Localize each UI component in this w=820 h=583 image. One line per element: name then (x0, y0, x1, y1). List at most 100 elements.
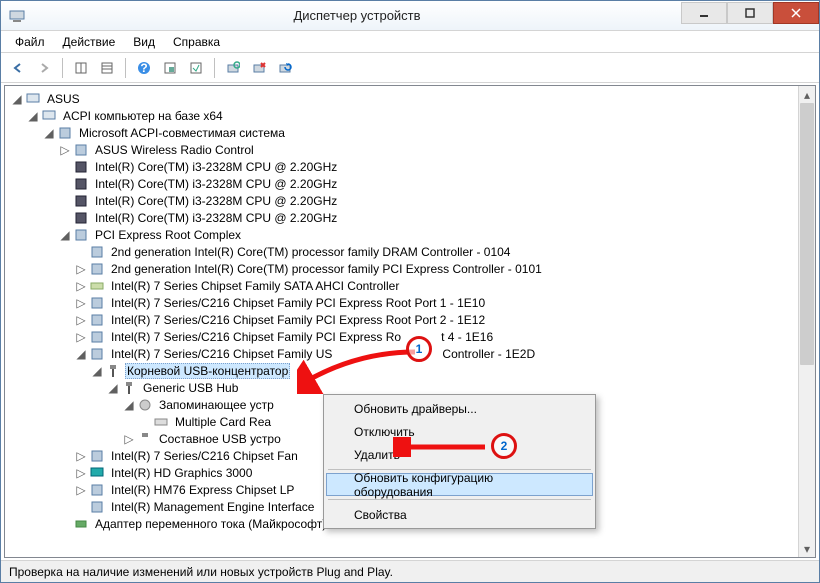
device-icon (89, 312, 105, 328)
collapse-icon[interactable]: ◢ (91, 365, 103, 377)
collapse-icon[interactable]: ◢ (75, 348, 87, 360)
minimize-button[interactable] (681, 2, 727, 24)
menu-view[interactable]: Вид (125, 33, 163, 51)
window-title: Диспетчер устройств (33, 8, 681, 23)
scan-hardware-button[interactable] (222, 57, 244, 79)
node-label: Intel(R) 7 Series/C216 Chipset Family PC… (109, 296, 487, 310)
scrollbar-track[interactable] (799, 103, 815, 540)
tree-node[interactable]: ◢PCI Express Root Complex (5, 226, 815, 243)
tree-node[interactable]: Intel(R) Core(TM) i3-2328M CPU @ 2.20GHz (5, 158, 815, 175)
scroll-down-icon[interactable]: ▾ (799, 540, 815, 557)
usb-hub-icon (121, 380, 137, 396)
node-label: Intel(R) 7 Series Chipset Family SATA AH… (109, 279, 401, 293)
expand-icon[interactable]: ▷ (75, 331, 87, 343)
back-button[interactable] (7, 57, 29, 79)
tree-node[interactable]: Intel(R) Core(TM) i3-2328M CPU @ 2.20GHz (5, 192, 815, 209)
device-icon (89, 244, 105, 260)
collapse-icon[interactable]: ◢ (43, 127, 55, 139)
menu-file[interactable]: Файл (7, 33, 53, 51)
expand-icon[interactable]: ▷ (75, 280, 87, 292)
tree-node[interactable]: ▷ Intel(R) 7 Series Chipset Family SATA A… (5, 277, 815, 294)
node-label: 2nd generation Intel(R) Core(TM) process… (109, 245, 512, 259)
computer-icon (25, 91, 41, 107)
collapse-icon[interactable]: ◢ (11, 93, 23, 105)
tree-node[interactable]: Intel(R) Core(TM) i3-2328M CPU @ 2.20GHz (5, 209, 815, 226)
usb-icon (137, 431, 153, 447)
vertical-scrollbar[interactable]: ▴ ▾ (798, 86, 815, 557)
expand-icon[interactable]: ▷ (75, 467, 87, 479)
expand-icon[interactable]: ▷ (123, 433, 135, 445)
tree-node[interactable]: ▷ Intel(R) 7 Series/C216 Chipset Family P… (5, 294, 815, 311)
display-icon (89, 465, 105, 481)
device-icon (73, 142, 89, 158)
annotation-badge-1: 1 (406, 336, 432, 362)
scrollbar-thumb[interactable] (800, 103, 814, 365)
tree-node[interactable]: ◢ ACPI компьютер на базе x64 (5, 107, 815, 124)
show-hide-button[interactable] (70, 57, 92, 79)
help-button[interactable]: ? (133, 57, 155, 79)
ctx-disable[interactable]: Отключить (326, 420, 593, 443)
toolbar-separator (125, 58, 126, 78)
storage-icon (137, 397, 153, 413)
storage-icon (89, 278, 105, 294)
scroll-up-icon[interactable]: ▴ (799, 86, 815, 103)
uninstall-button[interactable] (248, 57, 270, 79)
ctx-delete[interactable]: Удалить (326, 443, 593, 466)
tree-node[interactable]: Intel(R) Core(TM) i3-2328M CPU @ 2.20GHz (5, 175, 815, 192)
status-text: Проверка на наличие изменений или новых … (9, 565, 393, 579)
cpu-icon (73, 193, 89, 209)
chip-icon (73, 227, 89, 243)
close-button[interactable] (773, 2, 819, 24)
expand-icon[interactable]: ▷ (75, 297, 87, 309)
ctx-scan-hardware[interactable]: Обновить конфигурацию оборудования (326, 473, 593, 496)
ctx-update-drivers[interactable]: Обновить драйверы... (326, 397, 593, 420)
tree-node[interactable]: ▷2nd generation Intel(R) Core(TM) proces… (5, 260, 815, 277)
node-label: ASUS Wireless Radio Control (93, 143, 256, 157)
forward-button[interactable] (33, 57, 55, 79)
collapse-icon[interactable]: ◢ (27, 110, 39, 122)
device-icon (89, 261, 105, 277)
update-driver-button[interactable] (274, 57, 296, 79)
menu-action[interactable]: Действие (55, 33, 124, 51)
show-hidden-button[interactable] (185, 57, 207, 79)
node-label: Корневой USB-концентратор (125, 363, 290, 379)
tree-node[interactable]: ◢Microsoft ACPI-совместимая система (5, 124, 815, 141)
device-icon (89, 499, 105, 515)
spacer (75, 501, 87, 513)
statusbar: Проверка на наличие изменений или новых … (1, 560, 819, 582)
expand-icon[interactable]: ▷ (75, 263, 87, 275)
ctx-properties[interactable]: Свойства (326, 503, 593, 526)
node-label: Intel(R) 7 Series/C216 Chipset Family PC… (109, 313, 487, 327)
expand-icon[interactable]: ▷ (59, 144, 71, 156)
cpu-icon (73, 210, 89, 226)
collapse-icon[interactable]: ◢ (123, 399, 135, 411)
cpu-icon (73, 176, 89, 192)
collapse-icon[interactable]: ◢ (107, 382, 119, 394)
node-label: ACPI компьютер на базе x64 (61, 109, 225, 123)
tree-node[interactable]: 2nd generation Intel(R) Core(TM) process… (5, 243, 815, 260)
menu-help[interactable]: Справка (165, 33, 228, 51)
node-label: Intel(R) Management Engine Interface (109, 500, 316, 514)
node-label: Запоминающее устр (157, 398, 276, 412)
tree-node[interactable]: ▷ Intel(R) 7 Series/C216 Chipset Family P… (5, 311, 815, 328)
collapse-icon[interactable]: ◢ (59, 229, 71, 241)
spacer (59, 195, 71, 207)
node-label: Intel(R) Core(TM) i3-2328M CPU @ 2.20GHz (93, 194, 339, 208)
tree-node-root[interactable]: ◢ASUS (5, 90, 815, 107)
device-icon (89, 329, 105, 345)
toolbar-separator (214, 58, 215, 78)
tree-node-selected[interactable]: ◢ Корневой USB-концентратор (5, 362, 815, 379)
toolbar-separator (62, 58, 63, 78)
spacer (59, 212, 71, 224)
device-icon (89, 482, 105, 498)
expand-icon[interactable]: ▷ (75, 484, 87, 496)
expand-icon[interactable]: ▷ (75, 450, 87, 462)
tree-node[interactable]: ▷ ASUS Wireless Radio Control (5, 141, 815, 158)
maximize-button[interactable] (727, 2, 773, 24)
expand-icon[interactable]: ▷ (75, 314, 87, 326)
svg-text:?: ? (140, 61, 147, 75)
details-button[interactable] (96, 57, 118, 79)
properties-button[interactable] (159, 57, 181, 79)
node-label-suffix: Controller - 1E2D (442, 347, 535, 361)
node-label: Generic USB Hub (141, 381, 240, 395)
